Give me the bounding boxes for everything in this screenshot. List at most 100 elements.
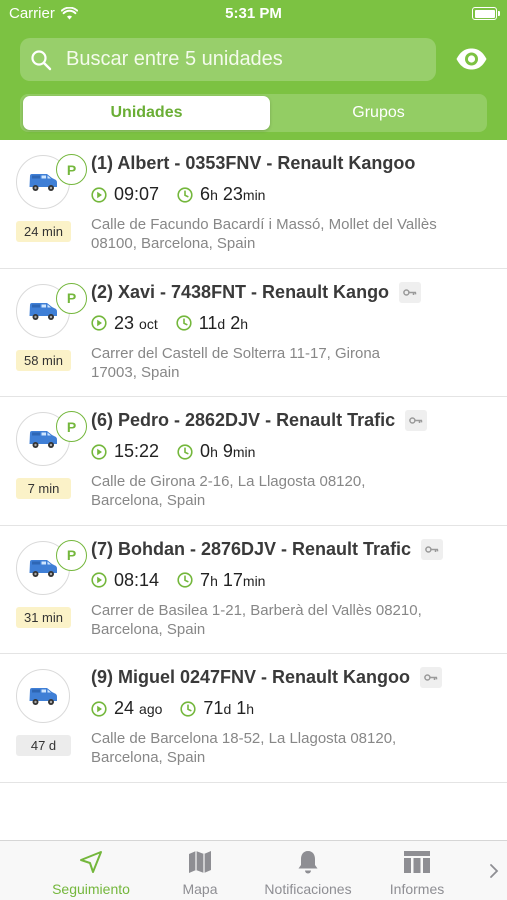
address-line: 08100, Barcelona, Spain [91, 235, 256, 252]
play-icon [91, 700, 107, 717]
unit-row[interactable]: P 58 min (2) Xavi - 7438FNT - Renault Kang… [0, 269, 507, 397]
parking-icon: P [56, 282, 87, 314]
duration-b: 17 [222, 569, 243, 590]
search-icon [30, 49, 52, 71]
play-icon [91, 572, 107, 588]
unit-title: (6) Pedro - 2862DJV - Renault Trafic [91, 410, 396, 430]
unit-meta: 08:14 7h 17min [91, 570, 283, 591]
van-icon [28, 428, 58, 450]
duration-b: 23 [222, 184, 243, 204]
tab-mapa[interactable]: Mapa [140, 847, 260, 897]
duration-a: 71 [203, 698, 224, 718]
unit-row[interactable]: 47 d (9) Miguel 0247FNV - Renault Kangoo 2… [0, 654, 507, 783]
play-icon [91, 443, 107, 460]
address-line: Carrer del Castell de Solterra 11-17, Gi… [91, 344, 381, 362]
start-unit: ago [139, 701, 163, 717]
duration-a-unit: h [210, 444, 218, 460]
unit-address: Carrer de Basilea 1-21, Barberà del Vall… [91, 601, 491, 639]
clock-icon [176, 315, 192, 331]
unit-meta: 24 ago 71d 1h [91, 698, 272, 719]
tab-label: Informes [389, 881, 445, 897]
duration-value: 6h 23min [200, 184, 265, 205]
start-main: 08:14 [114, 569, 160, 590]
start-value: 24 ago [114, 698, 162, 719]
chevron-right-icon[interactable] [488, 861, 500, 881]
duration-a: 0 [200, 441, 211, 461]
start-value: 08:14 [114, 570, 159, 591]
unit-address: Calle de Girona 2-16, La Llagosta 08120,… [91, 472, 491, 510]
navigation-arrow-icon [77, 847, 105, 877]
unit-meta: 09:07 6h 23min [91, 184, 283, 205]
duration-a-unit: d [217, 315, 226, 332]
unit-row[interactable]: P 7 min (6) Pedro - 2862DJV - Renault Traf… [0, 397, 507, 526]
key-icon [399, 281, 422, 303]
unit-title-line: (2) Xavi - 7438FNT - Renault Kango [91, 281, 497, 303]
parking-icon: P [56, 411, 87, 442]
start-value: 09:07 [114, 184, 159, 205]
unit-address: Carrer del Castell de Solterra 11-17, Gi… [91, 344, 491, 382]
key-icon [405, 410, 428, 431]
start-main: 09:07 [114, 184, 160, 204]
unit-title-line: (7) Bohdan - 2876DJV - Renault Trafic [91, 538, 497, 560]
tab-label: Notificaciones [264, 881, 352, 897]
tab-informes[interactable]: Informes [357, 847, 477, 897]
duration-value: 7h 17min [200, 570, 265, 591]
battery-icon [472, 7, 500, 20]
parking-icon: P [56, 539, 87, 571]
unit-row[interactable]: P 24 min (1) Albert - 0353FNV - Renault Ka… [0, 140, 507, 269]
clock-icon [177, 186, 193, 203]
address-line: 17003, Spain [91, 363, 180, 381]
address-line: Calle de Girona 2-16, La Llagosta 08120, [91, 473, 366, 490]
elapsed-badge: 31 min [16, 606, 71, 628]
unit-meta: 23 oct 11d 2h [91, 313, 266, 334]
segment-grupos[interactable]: Grupos [272, 96, 485, 130]
start-main: 24 [114, 698, 135, 718]
duration-b-unit: h [240, 315, 249, 332]
tab-notificaciones[interactable]: Notificaciones [248, 847, 368, 897]
unit-list: P 24 min (1) Albert - 0353FNV - Renault Ka… [0, 140, 507, 783]
segment-unidades[interactable]: Unidades [23, 96, 270, 130]
clock-icon [180, 700, 197, 717]
address-line: Calle de Facundo Bacardí i Massó, Mollet… [91, 216, 437, 233]
tab-seguimiento[interactable]: Seguimiento [31, 847, 151, 897]
duration-b-unit: min [242, 572, 266, 589]
duration-value: 0h 9min [200, 441, 255, 462]
elapsed-badge: 24 min [16, 221, 71, 242]
duration-value: 71d 1h [203, 698, 254, 719]
address-line: Barcelona, Spain [91, 620, 206, 638]
elapsed-badge: 7 min [16, 478, 71, 499]
search-placeholder: Buscar entre 5 unidades [66, 48, 283, 70]
address-line: Barcelona, Spain [91, 749, 206, 766]
duration-b: 1 [236, 698, 247, 718]
unit-row[interactable]: P 31 min (7) Bohdan - 2876DJV - Renault Tr… [0, 526, 507, 654]
van-icon [28, 300, 58, 322]
search-field[interactable]: Buscar entre 5 unidades [20, 38, 436, 81]
van-icon [28, 685, 58, 707]
tab-label: Seguimiento [52, 881, 130, 897]
vehicle-avatar [16, 669, 70, 723]
duration-a-unit: h [210, 187, 218, 203]
elapsed-badge: 47 d [16, 735, 71, 756]
van-icon [28, 557, 58, 579]
app-header: Carrier 5:31 PM Buscar entre 5 unidades … [0, 0, 507, 140]
duration-b: 2 [230, 312, 241, 333]
start-main: 15:22 [114, 441, 160, 461]
unit-address: Calle de Barcelona 18-52, La Llagosta 08… [91, 729, 491, 767]
unit-address: Calle de Facundo Bacardí i Massó, Mollet… [91, 215, 491, 253]
eye-icon[interactable] [455, 46, 488, 72]
segmented-control: Unidades Grupos [20, 94, 487, 132]
key-icon [421, 538, 444, 560]
duration-a: 6 [200, 184, 211, 204]
duration-value: 11d 2h [199, 313, 248, 334]
van-icon [28, 171, 58, 193]
start-value: 15:22 [114, 441, 159, 462]
elapsed-badge: 58 min [16, 349, 71, 371]
battery-fill [474, 9, 495, 18]
play-icon [91, 315, 107, 331]
address-line: Calle de Barcelona 18-52, La Llagosta 08… [91, 730, 397, 747]
unit-title: (1) Albert - 0353FNV - Renault Kangoo [91, 153, 416, 173]
duration-b-unit: min [242, 187, 266, 203]
unit-title: (2) Xavi - 7438FNT - Renault Kango [91, 281, 390, 302]
bell-icon [296, 847, 320, 877]
duration-b-unit: h [246, 701, 255, 717]
